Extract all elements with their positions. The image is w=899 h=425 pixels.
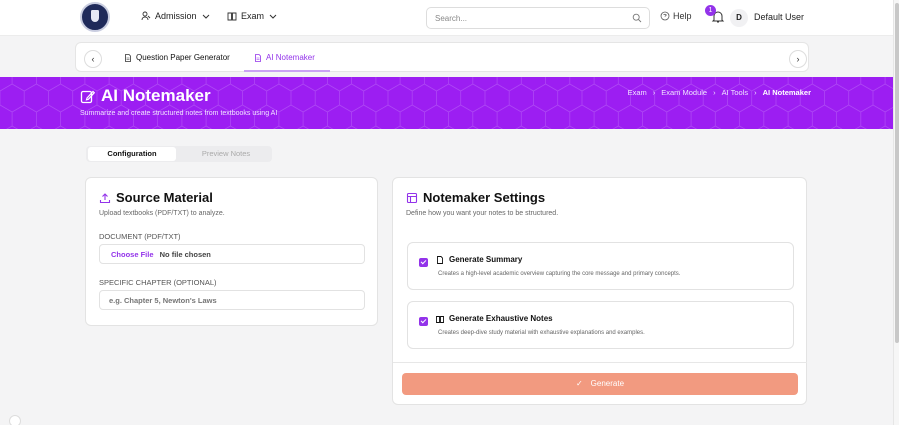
tab-label: AI Notemaker xyxy=(266,53,315,62)
file-status: No file chosen xyxy=(159,250,211,259)
check-icon: ✓ xyxy=(575,379,583,388)
tab-ai-notemaker[interactable]: AI Notemaker xyxy=(254,53,315,62)
scroll-right-button[interactable]: › xyxy=(789,50,807,68)
upload-icon xyxy=(99,192,111,203)
notification-badge: 1 xyxy=(705,5,716,16)
breadcrumb-item[interactable]: Exam xyxy=(628,88,647,97)
chevron-right-icon: › xyxy=(796,54,800,64)
page-subtitle: Summarize and create structured notes fr… xyxy=(80,110,278,117)
generate-button[interactable]: ✓ Generate xyxy=(402,373,798,395)
option-title: Generate Summary xyxy=(436,255,522,264)
breadcrumb-separator-icon: › xyxy=(754,88,757,97)
exam-menu[interactable]: Exam xyxy=(227,11,278,21)
scrollbar-thumb[interactable] xyxy=(895,3,899,343)
document-field-label: DOCUMENT (PDF/TXT) xyxy=(99,232,181,241)
admission-label: Admission xyxy=(155,11,197,21)
avatar[interactable]: D xyxy=(730,9,748,27)
book-open-icon xyxy=(436,315,444,323)
source-material-card: Source Material Upload textbooks (PDF/TX… xyxy=(85,177,378,326)
exhaustive-notes-checkbox[interactable] xyxy=(419,317,428,326)
divider xyxy=(393,362,807,363)
settings-title: Notemaker Settings xyxy=(406,190,545,205)
option-description: Creates deep-dive study material with ex… xyxy=(438,330,645,336)
active-tab-indicator xyxy=(244,70,330,72)
breadcrumb-separator-icon: › xyxy=(652,88,656,97)
notemaker-settings-card: Notemaker Settings Define how you want y… xyxy=(392,177,807,405)
help-circle-icon xyxy=(660,11,670,21)
exam-label: Exam xyxy=(241,11,265,21)
chapter-field-label: SPECIFIC CHAPTER (OPTIONAL) xyxy=(99,278,217,287)
chapter-input[interactable] xyxy=(99,290,365,310)
breadcrumb: Exam › Exam Module › AI Tools › AI Notem… xyxy=(628,88,811,97)
page-header-banner: AI Notemaker Summarize and create struct… xyxy=(0,77,893,129)
summary-checkbox[interactable] xyxy=(419,258,428,267)
breadcrumb-item[interactable]: AI Tools xyxy=(722,88,749,97)
search-icon xyxy=(632,13,642,23)
chevron-left-icon: ‹ xyxy=(91,54,95,64)
option-description: Creates a high-level academic overview c… xyxy=(438,271,681,277)
option-generate-summary[interactable]: Generate Summary Creates a high-level ac… xyxy=(407,242,794,290)
layout-icon xyxy=(406,192,418,203)
page-scrollbar[interactable] xyxy=(893,0,899,425)
document-icon xyxy=(125,53,131,62)
search-input[interactable]: Search... xyxy=(426,7,650,29)
top-navbar: Admission Exam Search... Help 1 D Defaul… xyxy=(0,0,893,36)
file-icon xyxy=(437,255,443,264)
option-generate-exhaustive-notes[interactable]: Generate Exhaustive Notes Creates deep-d… xyxy=(407,301,794,349)
document-icon xyxy=(255,53,261,62)
tab-label: Question Paper Generator xyxy=(136,53,230,62)
settings-title-text: Notemaker Settings xyxy=(423,190,546,205)
option-title-text: Generate Summary xyxy=(449,255,523,264)
help-label: Help xyxy=(673,11,692,21)
settings-description: Define how you want your notes to be str… xyxy=(406,210,559,217)
book-icon xyxy=(227,12,237,21)
chevron-down-icon xyxy=(269,14,277,19)
admission-menu[interactable]: Admission xyxy=(141,11,211,21)
scroll-left-button[interactable]: ‹ xyxy=(84,50,102,68)
source-material-description: Upload textbooks (PDF/TXT) to analyze. xyxy=(99,210,225,217)
source-material-title-text: Source Material xyxy=(116,190,213,205)
users-icon xyxy=(141,11,151,21)
search-placeholder: Search... xyxy=(435,14,468,23)
choose-file-button[interactable]: Choose File xyxy=(111,250,154,259)
option-title: Generate Exhaustive Notes xyxy=(436,314,553,323)
school-logo[interactable] xyxy=(80,2,110,32)
chevron-down-icon xyxy=(202,14,209,19)
help-button[interactable]: Help xyxy=(660,11,692,21)
tab-preview-notes[interactable]: Preview Notes xyxy=(182,147,270,161)
page-title: AI Notemaker xyxy=(80,86,211,106)
page-title-text: AI Notemaker xyxy=(101,86,211,105)
breadcrumb-current: AI Notemaker xyxy=(762,88,811,97)
tab-question-paper-generator[interactable]: Question Paper Generator xyxy=(124,53,230,62)
document-file-input[interactable]: Choose File No file chosen xyxy=(99,244,365,264)
edit-icon xyxy=(80,90,95,103)
tab-configuration[interactable]: Configuration xyxy=(88,147,176,161)
module-tab-bar: ‹ Question Paper Generator AI Notemaker … xyxy=(75,42,809,72)
user-name[interactable]: Default User xyxy=(754,12,804,22)
view-toggle: Configuration Preview Notes xyxy=(86,146,272,162)
source-material-title: Source Material xyxy=(99,190,213,205)
tab-strip: ‹ Question Paper Generator AI Notemaker … xyxy=(0,37,893,77)
generate-label: Generate xyxy=(590,379,625,388)
breadcrumb-separator-icon: › xyxy=(713,88,716,97)
breadcrumb-item[interactable]: Exam Module xyxy=(661,88,707,97)
option-title-text: Generate Exhaustive Notes xyxy=(449,314,553,323)
floating-widget-button[interactable] xyxy=(9,415,21,425)
